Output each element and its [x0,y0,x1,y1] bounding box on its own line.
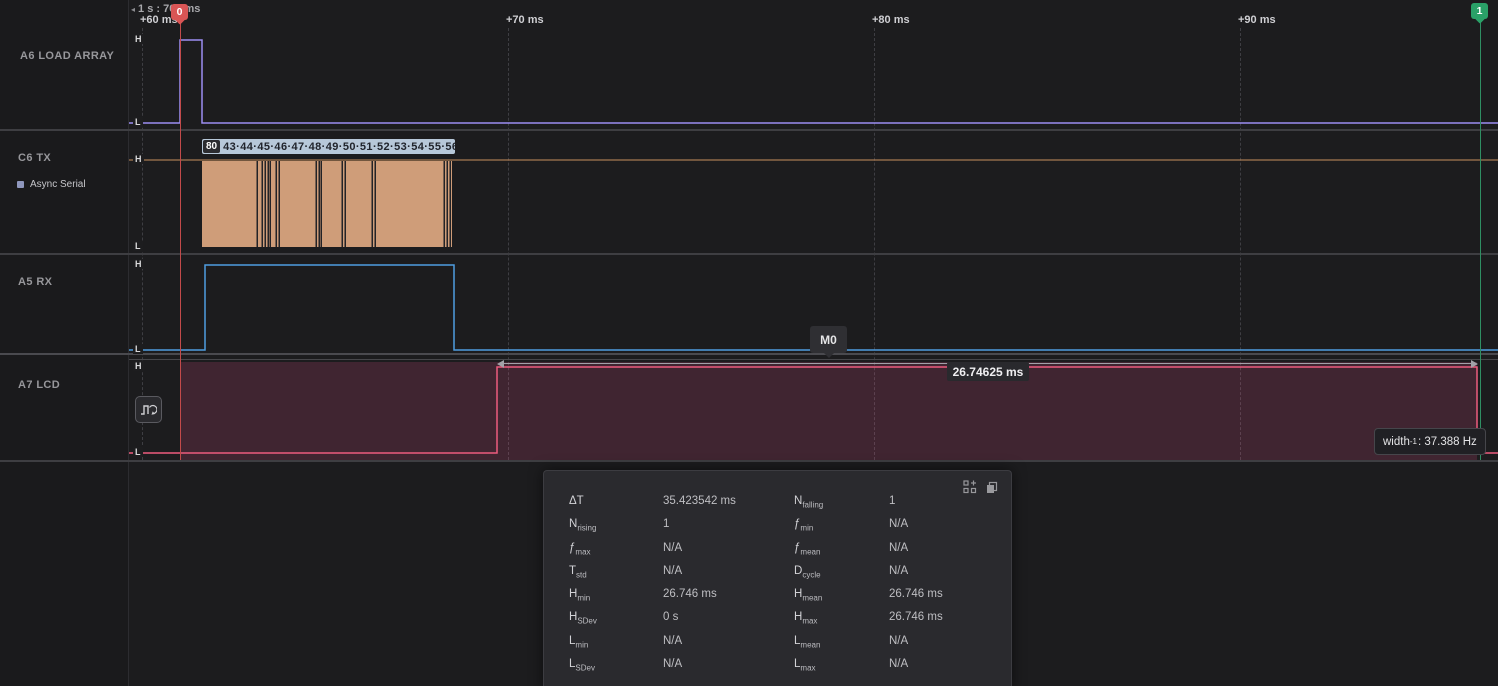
measurement-rows: ΔT 35.423542 ms Nfalling 1 Nrising 1 ƒmi… [569,495,1001,681]
level-high-label: H [133,34,144,44]
pan-left-icon: ◂ [131,5,135,14]
level-low-label: L [133,117,143,127]
level-low-label: L [133,447,143,457]
track-separator [0,353,1498,355]
measurement-row: Nrising 1 ƒmin N/A [569,518,1001,541]
a7-trace [129,367,1498,453]
copy-icon[interactable] [985,480,999,494]
tick-label-70ms: +70 ms [506,14,544,26]
measurement-row: LSDev N/A Lmax N/A [569,658,1001,681]
level-low-label: L [133,344,143,354]
tooltip-prefix: width [1383,436,1410,448]
measurement-row: Tstd N/A Dcycle N/A [569,565,1001,588]
serial-decode-strip[interactable]: 80 43·44·45·46·47·48·49·50·51·52·53·54·5… [202,139,455,154]
serial-start-byte: 80 [203,140,220,153]
measure-pulse-icon [140,402,157,417]
arrow-right-icon [1471,360,1478,368]
measurement-details-panel[interactable]: ΔT 35.423542 ms Nfalling 1 Nrising 1 ƒmi… [543,470,1012,686]
arrow-left-icon [497,360,504,368]
a6-waveform[interactable] [129,28,1498,130]
pulse-width-value: 26.74625 ms [947,362,1029,381]
a7-waveform[interactable] [129,358,1498,460]
analyzer-async-serial[interactable]: Async Serial [17,179,86,190]
channel-label-a5[interactable]: A5 RX [18,276,52,288]
frequency-tooltip: width-1: 37.388 Hz [1374,428,1486,455]
tick-label-90ms: +90 ms [1238,14,1276,26]
channel-label-a7[interactable]: A7 LCD [18,379,60,391]
channel-label-a6[interactable]: A6 LOAD ARRAY [20,50,114,62]
measurement-row: Hmin 26.746 ms Hmean 26.746 ms [569,588,1001,611]
marker1-line [1480,22,1481,460]
time-ruler[interactable] [129,0,1498,28]
serial-bytes: 43·44·45·46·47·48·49·50·51·52·53·54·55·5… [223,141,455,153]
level-high-label: H [133,154,144,164]
track-separator [0,460,1498,462]
marker0-label: 0 [177,6,183,18]
tooltip-exponent: -1 [1410,437,1417,446]
tick-label-80ms: +80 ms [872,14,910,26]
level-high-label: H [133,259,144,269]
a6-trace [129,40,1498,123]
marker1-label: 1 [1477,5,1483,17]
logic-analyzer-app: A6 LOAD ARRAY C6 TX Async Serial A5 RX A… [0,0,1498,686]
measurement-row: Lmin N/A Lmean N/A [569,635,1001,658]
analyzer-label: Async Serial [30,179,86,190]
measurement-row: ƒmax N/A ƒmean N/A [569,542,1001,565]
marker1-pin[interactable]: 1 [1471,3,1488,19]
channel-label-c6[interactable]: C6 TX [18,152,51,164]
analyzer-color-chip-icon [17,181,24,188]
marker0-pin[interactable]: 0 [171,4,188,20]
measurement-row: HSDev 0 s Hmax 26.746 ms [569,611,1001,634]
tooltip-value: : 37.388 Hz [1418,436,1477,448]
add-annotation-icon[interactable] [963,480,977,494]
c6-data-burst [202,161,452,247]
marker0-line [180,20,181,460]
level-high-label: H [133,361,144,371]
measure-pulse-button[interactable] [135,396,162,423]
channel-sidebar [0,0,129,686]
measurement-flag-m0[interactable]: M0 [810,326,847,353]
measurement-row: ΔT 35.423542 ms Nfalling 1 [569,495,1001,518]
level-low-label: L [133,241,143,251]
